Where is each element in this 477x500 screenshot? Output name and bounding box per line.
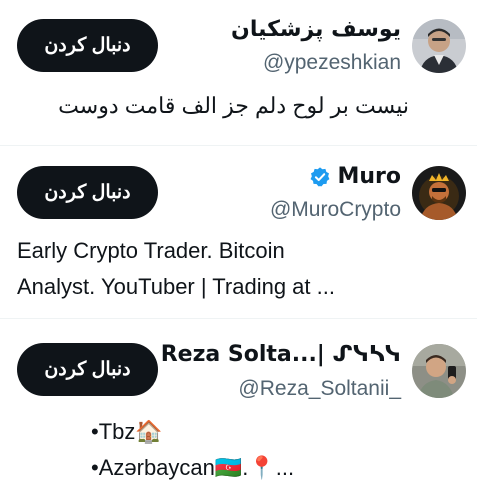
- user-card[interactable]: Muro @MuroCrypto دنبال کردن Early Crypto…: [0, 146, 477, 318]
- bio-line: •Azərbaycan🇦🇿.📍...: [91, 455, 295, 480]
- name-row: Reza Solta...| ᔑᓭᓴᓭ: [161, 342, 401, 367]
- user-bio: Early Crypto Trader. Bitcoin Analyst. Yo…: [17, 233, 335, 305]
- display-name[interactable]: یوسف پزشکیان: [231, 17, 401, 42]
- user-handle: @MuroCrypto: [269, 198, 401, 221]
- follow-button[interactable]: دنبال کردن: [17, 19, 158, 72]
- avatar[interactable]: [412, 19, 466, 73]
- avatar[interactable]: [412, 344, 466, 398]
- name-row: یوسف پزشکیان: [231, 17, 401, 42]
- bio-line: نیست بر لوح دلم جز الف قامت دوست: [58, 93, 409, 118]
- user-handle: @ypezeshkian: [262, 51, 401, 74]
- avatar[interactable]: [412, 166, 466, 220]
- verified-badge-icon: [311, 166, 330, 186]
- user-bio: نیست بر لوح دلم جز الف قامت دوست: [58, 88, 409, 124]
- bio-line: Analyst. YouTuber | Trading at ...: [17, 274, 335, 299]
- who-to-follow-list: یوسف پزشکیان @ypezeshkian دنبال کردن نیس…: [0, 0, 477, 500]
- bio-line: Early Crypto Trader. Bitcoin: [17, 238, 285, 263]
- bio-line: •Tbz🏠: [91, 419, 163, 444]
- follow-button[interactable]: دنبال کردن: [17, 166, 158, 219]
- user-bio: •Tbz🏠 •Azərbaycan🇦🇿.📍...: [91, 414, 294, 486]
- name-row: Muro: [309, 164, 401, 189]
- user-card[interactable]: یوسف پزشکیان @ypezeshkian دنبال کردن نیس…: [0, 0, 477, 145]
- display-name[interactable]: Muro: [337, 164, 401, 189]
- user-handle: @Reza_Soltanii_: [238, 377, 401, 400]
- follow-button[interactable]: دنبال کردن: [17, 343, 158, 396]
- display-name[interactable]: Reza Solta...| ᔑᓭᓴᓭ: [161, 342, 401, 367]
- user-card[interactable]: Reza Solta...| ᔑᓭᓴᓭ @Reza_Soltanii_ دنبا…: [0, 319, 477, 500]
